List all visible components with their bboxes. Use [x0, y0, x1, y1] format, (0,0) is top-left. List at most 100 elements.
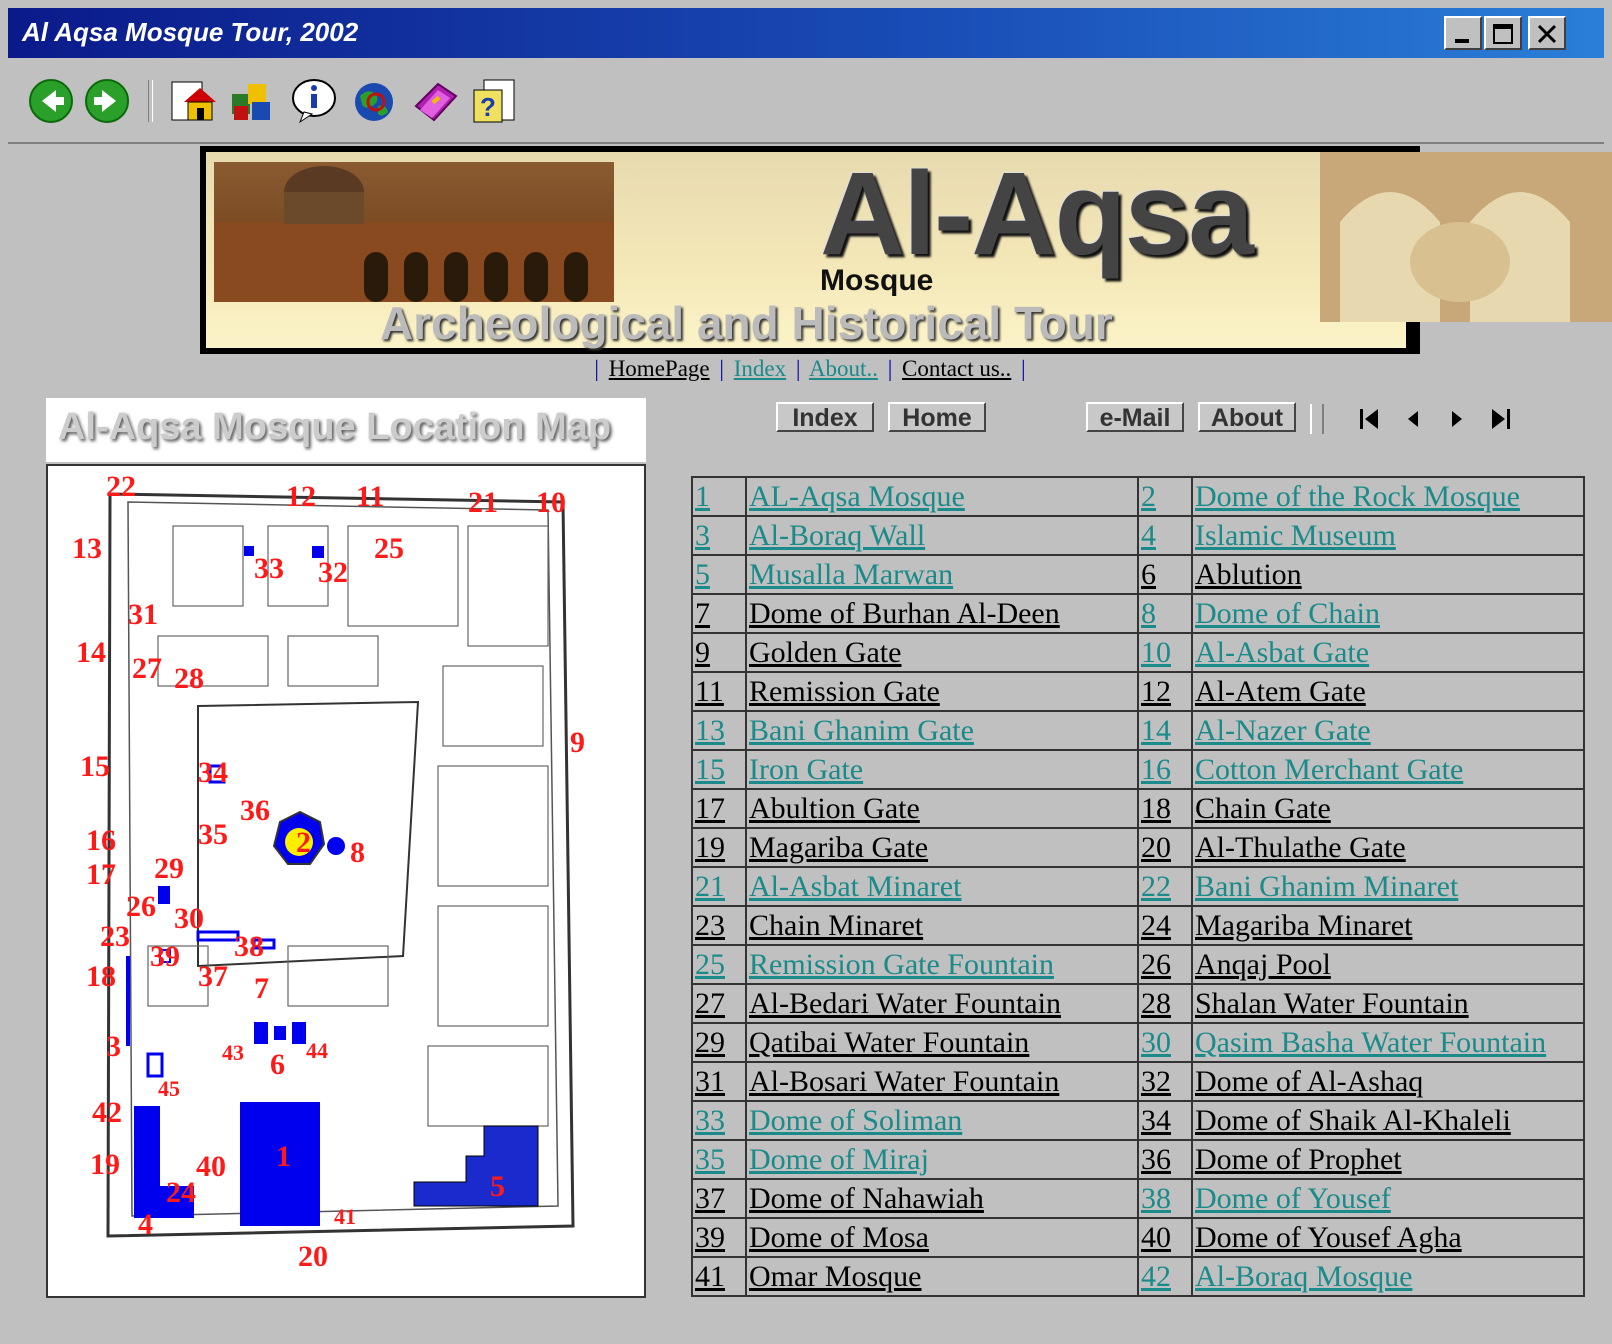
location-name-link[interactable]: Dome of Chain [1195, 597, 1380, 630]
home-button[interactable]: Home [888, 402, 986, 432]
location-number-link[interactable]: 19 [695, 831, 725, 864]
location-number-link[interactable]: 32 [1141, 1065, 1171, 1098]
location-number-link[interactable]: 4 [1141, 519, 1156, 552]
location-number-link[interactable]: 36 [1141, 1143, 1171, 1176]
location-name-link[interactable]: Chain Gate [1195, 792, 1331, 825]
next-page-icon[interactable] [1444, 406, 1468, 437]
puzzle-icon[interactable] [228, 76, 278, 126]
location-number-link[interactable]: 29 [695, 1026, 725, 1059]
location-number-link[interactable]: 15 [695, 753, 725, 786]
location-number-link[interactable]: 34 [1141, 1104, 1171, 1137]
location-name-link[interactable]: Dome of Mosa [749, 1221, 929, 1254]
location-name-link[interactable]: Bani Ghanim Minaret [1195, 870, 1458, 903]
location-name-link[interactable]: Shalan Water Fountain [1195, 987, 1469, 1020]
location-name-link[interactable]: Golden Gate [749, 636, 901, 669]
location-name-link[interactable]: Al-Boraq Wall [749, 519, 925, 552]
location-number-link[interactable]: 1 [695, 480, 710, 513]
location-name-link[interactable]: Magariba Gate [749, 831, 928, 864]
location-number-link[interactable]: 17 [695, 792, 725, 825]
location-name-link[interactable]: Magariba Minaret [1195, 909, 1412, 942]
location-name-link[interactable]: Chain Minaret [749, 909, 923, 942]
book-icon[interactable] [410, 76, 460, 126]
location-number-link[interactable]: 10 [1141, 636, 1171, 669]
location-name-link[interactable]: Dome of the Rock Mosque [1195, 480, 1520, 513]
index-button[interactable]: Index [776, 402, 874, 432]
location-name-link[interactable]: Al-Asbat Minaret [749, 870, 961, 903]
location-number-link[interactable]: 2 [1141, 480, 1156, 513]
close-button[interactable] [1528, 16, 1566, 50]
location-number-link[interactable]: 3 [695, 519, 710, 552]
location-name-link[interactable]: Dome of Shaik Al-Khaleli [1195, 1104, 1511, 1137]
location-name-link[interactable]: Iron Gate [749, 753, 863, 786]
map-image[interactable]: 1 2 3 4 5 6 7 8 9 10 11 12 13 14 15 16 17 18 19 20 21 22 23 24 2… [46, 464, 646, 1298]
location-number-link[interactable]: 5 [695, 558, 710, 591]
location-number-link[interactable]: 40 [1141, 1221, 1171, 1254]
location-name-link[interactable]: Al-Asbat Gate [1195, 636, 1369, 669]
email-button[interactable]: e-Mail [1086, 402, 1184, 432]
location-number-link[interactable]: 42 [1141, 1260, 1171, 1293]
location-name-link[interactable]: Islamic Museum [1195, 519, 1396, 552]
location-number-link[interactable]: 35 [695, 1143, 725, 1176]
globe-icon[interactable] [350, 76, 400, 126]
location-name-link[interactable]: Dome of Soliman [749, 1104, 962, 1137]
location-number-link[interactable]: 13 [695, 714, 725, 747]
location-number-link[interactable]: 38 [1141, 1182, 1171, 1215]
location-number-link[interactable]: 41 [695, 1260, 725, 1293]
previous-page-icon[interactable] [1402, 406, 1426, 437]
location-name-link[interactable]: Al-Boraq Mosque [1195, 1260, 1412, 1293]
location-number-link[interactable]: 16 [1141, 753, 1171, 786]
nav-homepage[interactable]: HomePage [609, 356, 710, 381]
nav-index[interactable]: Index [734, 356, 786, 381]
location-name-link[interactable]: Qatibai Water Fountain [749, 1026, 1029, 1059]
location-number-link[interactable]: 6 [1141, 558, 1156, 591]
location-name-link[interactable]: Dome of Yousef Agha [1195, 1221, 1462, 1254]
info-icon[interactable] [290, 76, 340, 126]
location-name-link[interactable]: Al-Nazer Gate [1195, 714, 1371, 747]
location-name-link[interactable]: Dome of Miraj [749, 1143, 929, 1176]
location-number-link[interactable]: 37 [695, 1182, 725, 1215]
location-number-link[interactable]: 9 [695, 636, 710, 669]
question-icon[interactable]: ? [470, 76, 520, 126]
last-page-icon[interactable] [1488, 406, 1512, 437]
location-name-link[interactable]: Qasim Basha Water Fountain [1195, 1026, 1546, 1059]
location-name-link[interactable]: Musalla Marwan [749, 558, 953, 591]
location-name-link[interactable]: Remission Gate Fountain [749, 948, 1054, 981]
location-name-link[interactable]: Remission Gate [749, 675, 940, 708]
nav-about[interactable]: About.. [809, 356, 878, 381]
maximize-button[interactable] [1484, 16, 1522, 50]
location-name-link[interactable]: Dome of Yousef [1195, 1182, 1391, 1215]
location-number-link[interactable]: 25 [695, 948, 725, 981]
location-number-link[interactable]: 28 [1141, 987, 1171, 1020]
minimize-button[interactable] [1444, 16, 1482, 50]
location-number-link[interactable]: 33 [695, 1104, 725, 1137]
location-name-link[interactable]: Omar Mosque [749, 1260, 921, 1293]
location-name-link[interactable]: Dome of Nahawiah [749, 1182, 984, 1215]
location-number-link[interactable]: 18 [1141, 792, 1171, 825]
location-number-link[interactable]: 24 [1141, 909, 1171, 942]
back-icon[interactable] [26, 76, 76, 126]
location-name-link[interactable]: Al-Atem Gate [1195, 675, 1366, 708]
location-name-link[interactable]: Bani Ghanim Gate [749, 714, 974, 747]
location-name-link[interactable]: Dome of Al-Ashaq [1195, 1065, 1423, 1098]
nav-contact[interactable]: Contact us.. [902, 356, 1011, 381]
location-number-link[interactable]: 27 [695, 987, 725, 1020]
location-name-link[interactable]: Abultion Gate [749, 792, 920, 825]
location-number-link[interactable]: 21 [695, 870, 725, 903]
location-number-link[interactable]: 23 [695, 909, 725, 942]
location-number-link[interactable]: 20 [1141, 831, 1171, 864]
location-number-link[interactable]: 26 [1141, 948, 1171, 981]
location-number-link[interactable]: 8 [1141, 597, 1156, 630]
title-bar[interactable]: Al Aqsa Mosque Tour, 2002 [8, 8, 1604, 58]
location-number-link[interactable]: 31 [695, 1065, 725, 1098]
location-name-link[interactable]: Al-Bosari Water Fountain [749, 1065, 1059, 1098]
location-name-link[interactable]: Al-Thulathe Gate [1195, 831, 1406, 864]
location-number-link[interactable]: 11 [695, 675, 724, 708]
location-name-link[interactable]: Dome of Burhan Al-Deen [749, 597, 1060, 630]
about-button[interactable]: About [1198, 402, 1296, 432]
location-name-link[interactable]: Anqaj Pool [1195, 948, 1331, 981]
location-number-link[interactable]: 22 [1141, 870, 1171, 903]
location-name-link[interactable]: Al-Bedari Water Fountain [749, 987, 1061, 1020]
forward-icon[interactable] [82, 76, 132, 126]
location-name-link[interactable]: AL-Aqsa Mosque [749, 480, 965, 513]
first-page-icon[interactable] [1358, 406, 1382, 437]
